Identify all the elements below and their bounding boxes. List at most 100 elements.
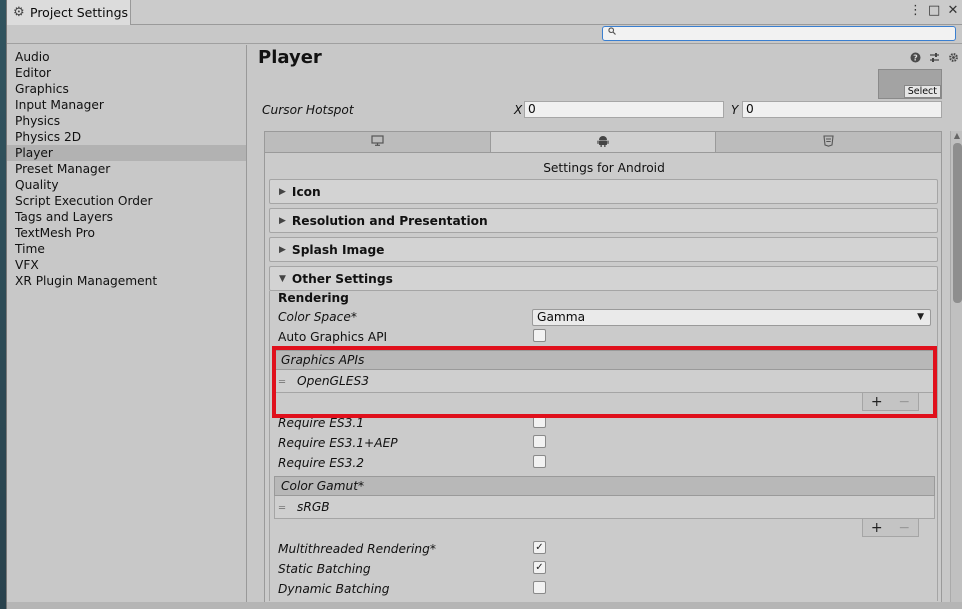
hotspot-y-field[interactable]: 0 <box>742 101 942 118</box>
foldout-icon[interactable]: ▶ Icon <box>269 179 938 204</box>
settings-content: Player ? Select Cursor Hotspot X 0 Y 0 S… <box>248 45 962 609</box>
caret-right-icon: ▶ <box>279 244 286 255</box>
hotspot-x-label: X <box>514 103 523 117</box>
cursor-hotspot-row: Cursor Hotspot <box>262 103 354 121</box>
project-settings-window: ⚙ Project Settings ⋮ □ ✕ Audio Editor Gr… <box>6 0 962 609</box>
foldout-resolution-label: Resolution and Presentation <box>291 213 488 228</box>
multithreaded-checkbox[interactable]: ✓ <box>533 541 546 554</box>
sidebar-item-vfx[interactable]: VFX <box>7 257 246 273</box>
require-es32-checkbox[interactable] <box>533 455 546 468</box>
auto-graphics-label: Auto Graphics API <box>278 330 388 344</box>
sidebar-item-physics-2d[interactable]: Physics 2D <box>7 129 246 145</box>
foldout-splash-label: Splash Image <box>291 242 385 257</box>
window-tab[interactable]: ⚙ Project Settings <box>7 0 131 25</box>
header-icons: ? <box>909 52 959 66</box>
sidebar-item-script-execution-order[interactable]: Script Execution Order <box>7 193 246 209</box>
chevron-down-icon: ▼ <box>917 312 924 322</box>
color-gamut-list-item[interactable]: ═ sRGB <box>274 496 935 519</box>
bottom-edge <box>7 602 962 609</box>
color-space-label: Color Space* <box>278 310 357 324</box>
other-settings-body: Rendering Color Space* Gamma ▼ Auto Grap… <box>269 291 938 601</box>
help-icon[interactable]: ? <box>909 52 921 66</box>
color-space-dropdown[interactable]: Gamma ▼ <box>532 309 931 326</box>
android-icon <box>597 135 609 150</box>
require-es31-checkbox[interactable] <box>533 415 546 428</box>
graphics-apis-buttons: + − <box>862 393 919 411</box>
sidebar-item-time[interactable]: Time <box>7 241 246 257</box>
foldout-other-settings[interactable]: ▼ Other Settings <box>269 266 938 291</box>
sidebar-list: Audio Editor Graphics Input Manager Phys… <box>7 45 246 289</box>
foldout-splash[interactable]: ▶ Splash Image <box>269 237 938 262</box>
preset-icon[interactable] <box>928 52 940 66</box>
hotspot-x-field[interactable]: 0 <box>524 101 724 118</box>
cursor-texture-thumbnail[interactable]: Select <box>878 69 942 99</box>
title-bar: ⚙ Project Settings ⋮ □ ✕ <box>7 0 962 25</box>
tab-android[interactable] <box>490 132 717 152</box>
graphics-apis-header: Graphics APIs <box>274 350 935 370</box>
graphics-api-list-item[interactable]: ═ OpenGLES3 <box>274 370 935 393</box>
monitor-icon <box>371 135 384 149</box>
sidebar-item-tags-and-layers[interactable]: Tags and Layers <box>7 209 246 225</box>
page-title: Player <box>258 47 322 68</box>
color-gamut-buttons: + − <box>862 519 919 537</box>
add-graphics-api-button[interactable]: + <box>871 394 883 410</box>
search-input[interactable] <box>602 26 956 41</box>
svg-text:?: ? <box>913 53 918 62</box>
color-gamut-name: sRGB <box>297 500 330 514</box>
auto-graphics-checkbox[interactable] <box>533 329 546 342</box>
more-menu-icon[interactable]: ⋮ <box>909 4 922 18</box>
sidebar-item-physics[interactable]: Physics <box>7 113 246 129</box>
gear-icon: ⚙ <box>13 4 25 20</box>
sidebar-item-textmesh-pro[interactable]: TextMesh Pro <box>7 225 246 241</box>
settings-for-label: Settings for Android <box>543 161 665 175</box>
search-icon <box>608 27 616 38</box>
color-gamut-header: Color Gamut* <box>274 476 935 496</box>
close-icon[interactable]: ✕ <box>947 4 959 18</box>
html5-icon <box>823 134 834 150</box>
static-batching-checkbox[interactable]: ✓ <box>533 561 546 574</box>
foldout-other-label: Other Settings <box>291 271 393 286</box>
require-es31-aep-checkbox[interactable] <box>533 435 546 448</box>
hotspot-y-label: Y <box>731 103 739 117</box>
maximize-icon[interactable]: □ <box>928 4 940 18</box>
tab-webgl[interactable] <box>716 132 942 152</box>
window-title: Project Settings <box>30 5 129 20</box>
add-color-gamut-button[interactable]: + <box>871 520 883 536</box>
caret-right-icon: ▶ <box>279 215 286 226</box>
android-settings-panel: Settings for Android ▶ Icon ▶ Resolution… <box>264 153 942 609</box>
scroll-thumb[interactable] <box>953 143 962 303</box>
tab-standalone[interactable] <box>265 132 491 152</box>
static-batching-label: Static Batching <box>278 562 371 576</box>
sidebar-item-graphics[interactable]: Graphics <box>7 81 246 97</box>
dynamic-batching-checkbox[interactable] <box>533 581 546 594</box>
vertical-scrollbar[interactable]: ▲ <box>950 131 962 609</box>
select-texture-button[interactable]: Select <box>903 85 941 98</box>
sidebar-item-xr-plugin-management[interactable]: XR Plugin Management <box>7 273 246 289</box>
foldout-icon-label: Icon <box>291 184 321 199</box>
toolbar <box>7 25 962 44</box>
window-controls: ⋮ □ ✕ <box>909 4 959 18</box>
caret-right-icon: ▶ <box>279 186 286 197</box>
sidebar-item-preset-manager[interactable]: Preset Manager <box>7 161 246 177</box>
sidebar-item-player[interactable]: Player <box>7 145 246 161</box>
caret-down-icon: ▼ <box>279 273 286 284</box>
sidebar-item-audio[interactable]: Audio <box>7 49 246 65</box>
remove-graphics-api-button[interactable]: − <box>898 394 910 410</box>
rendering-heading: Rendering <box>278 291 349 305</box>
cursor-hotspot-label: Cursor Hotspot <box>262 103 354 117</box>
platform-tabs <box>264 131 942 153</box>
sidebar-item-quality[interactable]: Quality <box>7 177 246 193</box>
drag-handle-icon[interactable]: ═ <box>279 498 289 520</box>
settings-sidebar: Audio Editor Graphics Input Manager Phys… <box>7 45 247 609</box>
scroll-up-icon[interactable]: ▲ <box>951 131 962 143</box>
drag-handle-icon[interactable]: ═ <box>279 372 289 394</box>
require-es32-label: Require ES3.2 <box>278 456 365 470</box>
gear-icon[interactable] <box>947 52 959 66</box>
remove-color-gamut-button[interactable]: − <box>898 520 910 536</box>
foldout-resolution[interactable]: ▶ Resolution and Presentation <box>269 208 938 233</box>
require-es31-label: Require ES3.1 <box>278 416 365 430</box>
require-es31-aep-label: Require ES3.1+AEP <box>278 436 398 450</box>
sidebar-item-editor[interactable]: Editor <box>7 65 246 81</box>
graphics-api-name: OpenGLES3 <box>297 374 369 388</box>
sidebar-item-input-manager[interactable]: Input Manager <box>7 97 246 113</box>
